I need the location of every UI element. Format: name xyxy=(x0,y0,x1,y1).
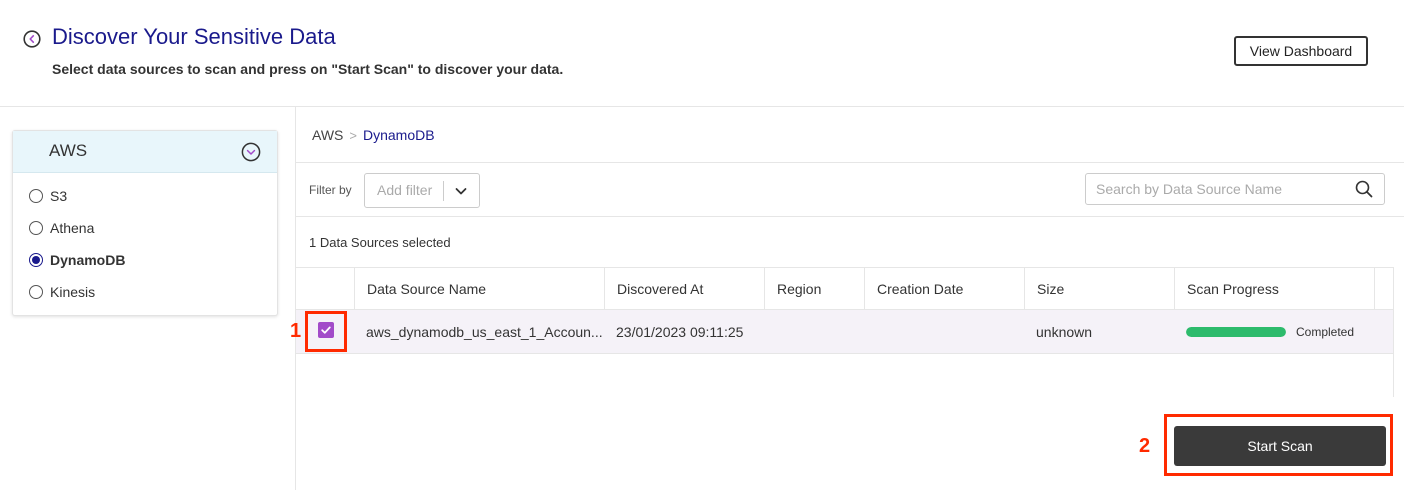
breadcrumb-root[interactable]: AWS xyxy=(312,127,343,143)
page-header: Discover Your Sensitive Data Select data… xyxy=(0,0,1404,107)
source-option-label: Athena xyxy=(50,220,95,236)
source-option-label: Kinesis xyxy=(50,284,96,300)
cell-scan-progress: Completed xyxy=(1174,310,1384,353)
cell-discovered-at: 23/01/2023 09:11:25 xyxy=(616,323,744,340)
column-header[interactable]: Discovered At xyxy=(604,268,764,310)
add-filter-dropdown[interactable]: Add filter xyxy=(364,173,480,208)
column-header[interactable]: Data Source Name xyxy=(354,268,604,310)
annotation-number: 2 xyxy=(1139,435,1151,457)
provider-card: AWS S3 Athena DynamoDB Kinesis xyxy=(12,130,278,316)
column-header[interactable]: Size xyxy=(1024,268,1174,310)
breadcrumb-current: DynamoDB xyxy=(362,127,435,143)
progress-fill xyxy=(1186,326,1286,337)
progress-bar xyxy=(1186,326,1286,337)
source-option-kinesis[interactable]: Kinesis xyxy=(29,281,95,303)
progress-label: Completed xyxy=(1296,324,1355,339)
column-header[interactable]: Creation Date xyxy=(864,268,1024,310)
selected-count: 1 Data Sources selected xyxy=(309,235,451,250)
source-option-label: DynamoDB xyxy=(50,252,126,268)
table-border xyxy=(1393,267,1394,397)
column-header[interactable]: Scan Progress xyxy=(1174,268,1374,310)
provider-header[interactable]: AWS xyxy=(13,131,277,173)
table-row[interactable]: aws_dynamodb_us_east_1_Accoun... 23/01/2… xyxy=(296,310,1394,354)
provider-name: AWS xyxy=(49,141,88,160)
radio-button[interactable] xyxy=(29,189,43,203)
page-subtitle: Select data sources to scan and press on… xyxy=(52,61,564,77)
search-input[interactable] xyxy=(1085,173,1385,205)
source-option-label: S3 xyxy=(50,188,68,204)
view-dashboard-button[interactable]: View Dashboard xyxy=(1234,36,1368,66)
search-icon[interactable] xyxy=(1354,179,1374,199)
filter-separator xyxy=(443,181,444,201)
filter-label: Filter by xyxy=(309,183,352,197)
annotation-box xyxy=(305,311,347,352)
column-header-spacer xyxy=(1374,268,1394,310)
source-option-athena[interactable]: Athena xyxy=(29,217,94,239)
select-column-header xyxy=(296,268,354,310)
breadcrumb-separator-icon: > xyxy=(349,128,357,143)
start-scan-button[interactable]: Start Scan xyxy=(1174,426,1386,466)
radio-button[interactable] xyxy=(29,285,43,299)
table-header: Data Source Name Discovered At Region Cr… xyxy=(296,267,1394,310)
chevron-down-icon[interactable] xyxy=(453,183,469,199)
source-option-s3[interactable]: S3 xyxy=(29,185,67,207)
column-header[interactable]: Region xyxy=(764,268,864,310)
divider xyxy=(296,216,1404,217)
chevron-left-circle-icon[interactable] xyxy=(23,30,41,48)
chevron-down-circle-icon[interactable] xyxy=(241,142,261,162)
cell-name: aws_dynamodb_us_east_1_Accoun... xyxy=(366,323,603,340)
cell-size: unknown xyxy=(1036,323,1093,340)
radio-button-selected[interactable] xyxy=(29,253,43,267)
breadcrumb: AWS > DynamoDB xyxy=(312,127,435,143)
cell-creation-date xyxy=(864,310,1024,353)
divider xyxy=(296,162,1404,163)
radio-button[interactable] xyxy=(29,221,43,235)
annotation-number: 1 xyxy=(290,320,302,342)
source-option-dynamodb[interactable]: DynamoDB xyxy=(29,249,125,271)
page-title: Discover Your Sensitive Data xyxy=(52,24,336,49)
cell-region xyxy=(764,310,864,353)
filter-placeholder: Add filter xyxy=(377,182,433,198)
